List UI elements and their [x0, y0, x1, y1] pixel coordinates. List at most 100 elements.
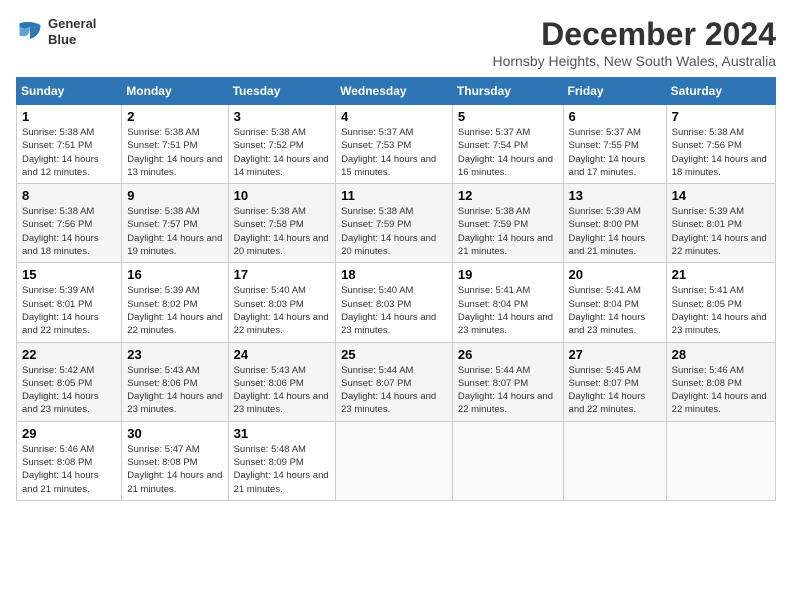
day-info: Sunrise: 5:45 AM Sunset: 8:07 PM Dayligh… [569, 364, 661, 417]
title-area: December 2024 Hornsby Heights, New South… [493, 16, 777, 69]
day-number: 30 [127, 426, 222, 441]
col-friday: Friday [563, 78, 666, 105]
day-number: 6 [569, 109, 661, 124]
day-number: 16 [127, 267, 222, 282]
col-saturday: Saturday [666, 78, 775, 105]
day-number: 2 [127, 109, 222, 124]
day-info: Sunrise: 5:43 AM Sunset: 8:06 PM Dayligh… [234, 364, 331, 417]
col-wednesday: Wednesday [336, 78, 453, 105]
day-number: 18 [341, 267, 447, 282]
table-row: 17 Sunrise: 5:40 AM Sunset: 8:03 PM Dayl… [228, 263, 336, 342]
day-number: 12 [458, 188, 558, 203]
calendar-week-row: 15 Sunrise: 5:39 AM Sunset: 8:01 PM Dayl… [17, 263, 776, 342]
day-number: 4 [341, 109, 447, 124]
day-number: 13 [569, 188, 661, 203]
day-number: 24 [234, 347, 331, 362]
day-info: Sunrise: 5:48 AM Sunset: 8:09 PM Dayligh… [234, 443, 331, 496]
table-row: 15 Sunrise: 5:39 AM Sunset: 8:01 PM Dayl… [17, 263, 122, 342]
day-number: 20 [569, 267, 661, 282]
table-row: 19 Sunrise: 5:41 AM Sunset: 8:04 PM Dayl… [452, 263, 563, 342]
day-number: 17 [234, 267, 331, 282]
table-row: 23 Sunrise: 5:43 AM Sunset: 8:06 PM Dayl… [122, 342, 228, 421]
table-row: 31 Sunrise: 5:48 AM Sunset: 8:09 PM Dayl… [228, 421, 336, 500]
day-info: Sunrise: 5:43 AM Sunset: 8:06 PM Dayligh… [127, 364, 222, 417]
day-info: Sunrise: 5:39 AM Sunset: 8:00 PM Dayligh… [569, 205, 661, 258]
day-info: Sunrise: 5:40 AM Sunset: 8:03 PM Dayligh… [341, 284, 447, 337]
day-info: Sunrise: 5:37 AM Sunset: 7:55 PM Dayligh… [569, 126, 661, 179]
table-row: 13 Sunrise: 5:39 AM Sunset: 8:00 PM Dayl… [563, 184, 666, 263]
day-number: 26 [458, 347, 558, 362]
day-info: Sunrise: 5:41 AM Sunset: 8:04 PM Dayligh… [458, 284, 558, 337]
day-info: Sunrise: 5:41 AM Sunset: 8:04 PM Dayligh… [569, 284, 661, 337]
day-info: Sunrise: 5:44 AM Sunset: 8:07 PM Dayligh… [341, 364, 447, 417]
day-number: 8 [22, 188, 116, 203]
day-number: 31 [234, 426, 331, 441]
col-tuesday: Tuesday [228, 78, 336, 105]
day-number: 9 [127, 188, 222, 203]
table-row: 16 Sunrise: 5:39 AM Sunset: 8:02 PM Dayl… [122, 263, 228, 342]
day-number: 5 [458, 109, 558, 124]
calendar-week-row: 1 Sunrise: 5:38 AM Sunset: 7:51 PM Dayli… [17, 105, 776, 184]
day-number: 3 [234, 109, 331, 124]
table-row: 27 Sunrise: 5:45 AM Sunset: 8:07 PM Dayl… [563, 342, 666, 421]
table-row: 30 Sunrise: 5:47 AM Sunset: 8:08 PM Dayl… [122, 421, 228, 500]
day-number: 27 [569, 347, 661, 362]
day-info: Sunrise: 5:42 AM Sunset: 8:05 PM Dayligh… [22, 364, 116, 417]
day-info: Sunrise: 5:46 AM Sunset: 8:08 PM Dayligh… [22, 443, 116, 496]
day-number: 1 [22, 109, 116, 124]
table-row [452, 421, 563, 500]
table-row: 26 Sunrise: 5:44 AM Sunset: 8:07 PM Dayl… [452, 342, 563, 421]
month-title: December 2024 [493, 16, 777, 53]
table-row: 10 Sunrise: 5:38 AM Sunset: 7:58 PM Dayl… [228, 184, 336, 263]
table-row: 11 Sunrise: 5:38 AM Sunset: 7:59 PM Dayl… [336, 184, 453, 263]
table-row: 1 Sunrise: 5:38 AM Sunset: 7:51 PM Dayli… [17, 105, 122, 184]
table-row: 24 Sunrise: 5:43 AM Sunset: 8:06 PM Dayl… [228, 342, 336, 421]
day-info: Sunrise: 5:38 AM Sunset: 7:52 PM Dayligh… [234, 126, 331, 179]
calendar-week-row: 22 Sunrise: 5:42 AM Sunset: 8:05 PM Dayl… [17, 342, 776, 421]
day-info: Sunrise: 5:37 AM Sunset: 7:53 PM Dayligh… [341, 126, 447, 179]
day-number: 11 [341, 188, 447, 203]
calendar-header-row: Sunday Monday Tuesday Wednesday Thursday… [17, 78, 776, 105]
day-number: 14 [672, 188, 770, 203]
table-row [336, 421, 453, 500]
day-number: 28 [672, 347, 770, 362]
table-row: 14 Sunrise: 5:39 AM Sunset: 8:01 PM Dayl… [666, 184, 775, 263]
day-info: Sunrise: 5:38 AM Sunset: 7:56 PM Dayligh… [22, 205, 116, 258]
table-row: 6 Sunrise: 5:37 AM Sunset: 7:55 PM Dayli… [563, 105, 666, 184]
location-subtitle: Hornsby Heights, New South Wales, Austra… [493, 53, 777, 69]
col-sunday: Sunday [17, 78, 122, 105]
day-number: 21 [672, 267, 770, 282]
day-info: Sunrise: 5:38 AM Sunset: 7:56 PM Dayligh… [672, 126, 770, 179]
table-row: 9 Sunrise: 5:38 AM Sunset: 7:57 PM Dayli… [122, 184, 228, 263]
day-number: 25 [341, 347, 447, 362]
table-row: 29 Sunrise: 5:46 AM Sunset: 8:08 PM Dayl… [17, 421, 122, 500]
table-row [666, 421, 775, 500]
day-info: Sunrise: 5:39 AM Sunset: 8:02 PM Dayligh… [127, 284, 222, 337]
table-row: 25 Sunrise: 5:44 AM Sunset: 8:07 PM Dayl… [336, 342, 453, 421]
day-info: Sunrise: 5:39 AM Sunset: 8:01 PM Dayligh… [22, 284, 116, 337]
day-number: 19 [458, 267, 558, 282]
logo: General Blue [16, 16, 96, 47]
day-number: 7 [672, 109, 770, 124]
day-number: 15 [22, 267, 116, 282]
table-row: 22 Sunrise: 5:42 AM Sunset: 8:05 PM Dayl… [17, 342, 122, 421]
table-row: 18 Sunrise: 5:40 AM Sunset: 8:03 PM Dayl… [336, 263, 453, 342]
day-number: 29 [22, 426, 116, 441]
table-row: 4 Sunrise: 5:37 AM Sunset: 7:53 PM Dayli… [336, 105, 453, 184]
day-info: Sunrise: 5:38 AM Sunset: 7:57 PM Dayligh… [127, 205, 222, 258]
calendar-table: Sunday Monday Tuesday Wednesday Thursday… [16, 77, 776, 501]
table-row: 28 Sunrise: 5:46 AM Sunset: 8:08 PM Dayl… [666, 342, 775, 421]
day-info: Sunrise: 5:38 AM Sunset: 7:51 PM Dayligh… [127, 126, 222, 179]
table-row [563, 421, 666, 500]
calendar-week-row: 8 Sunrise: 5:38 AM Sunset: 7:56 PM Dayli… [17, 184, 776, 263]
logo-text: General Blue [48, 16, 96, 47]
day-number: 22 [22, 347, 116, 362]
day-info: Sunrise: 5:47 AM Sunset: 8:08 PM Dayligh… [127, 443, 222, 496]
col-monday: Monday [122, 78, 228, 105]
day-number: 23 [127, 347, 222, 362]
day-info: Sunrise: 5:37 AM Sunset: 7:54 PM Dayligh… [458, 126, 558, 179]
table-row: 2 Sunrise: 5:38 AM Sunset: 7:51 PM Dayli… [122, 105, 228, 184]
col-thursday: Thursday [452, 78, 563, 105]
day-info: Sunrise: 5:38 AM Sunset: 7:59 PM Dayligh… [458, 205, 558, 258]
day-info: Sunrise: 5:44 AM Sunset: 8:07 PM Dayligh… [458, 364, 558, 417]
